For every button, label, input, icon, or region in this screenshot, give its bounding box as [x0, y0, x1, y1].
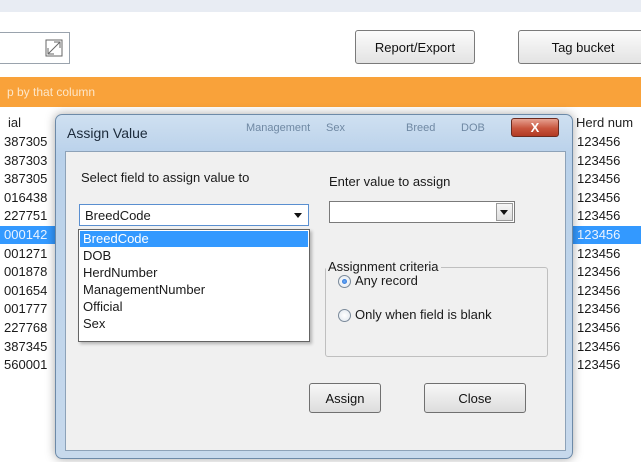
tag-bucket-button[interactable]: Tag bucket — [518, 30, 641, 64]
chevron-down-icon — [500, 210, 508, 215]
table-cell-herd-number: 123456 — [577, 208, 621, 224]
ghost-header-management: Management — [246, 122, 311, 134]
radio-any-record[interactable] — [338, 275, 351, 288]
ghost-header-breed: Breed — [406, 122, 436, 134]
table-cell-herd-number: 123456 — [577, 357, 621, 373]
assignment-criteria-label: Assignment criteria — [326, 259, 441, 274]
option-dob[interactable]: DOB — [80, 248, 308, 264]
toolbar: Report/Export Tag bucket — [0, 12, 641, 76]
report-export-button[interactable]: Report/Export — [355, 30, 475, 64]
radio-any-record-label[interactable]: Any record — [355, 273, 418, 288]
field-select-value: BreedCode — [85, 208, 151, 223]
table-cell-herd-number: 123456 — [577, 338, 621, 354]
column-header-herd-number[interactable]: Herd num — [576, 115, 633, 130]
close-button[interactable]: Close — [424, 383, 526, 413]
table-cell-herd-number: 123456 — [577, 282, 621, 298]
date-input[interactable] — [0, 32, 70, 64]
table-cell-herd-number: 123456 — [577, 227, 621, 242]
option-sex[interactable]: Sex — [80, 316, 308, 332]
option-breedcode[interactable]: BreedCode — [80, 231, 308, 247]
table-cell-herd-number: 123456 — [577, 264, 621, 280]
top-strip — [0, 0, 641, 12]
value-input-label: Enter value to assign — [329, 174, 451, 189]
assign-button[interactable]: Assign — [309, 383, 381, 413]
close-icon: X — [530, 120, 540, 135]
option-herdnumber[interactable]: HerdNumber — [80, 265, 308, 281]
dialog-close-x-button[interactable]: X — [511, 118, 559, 137]
group-by-bar[interactable]: p by that column — [0, 77, 641, 107]
chevron-down-icon[interactable] — [294, 213, 302, 218]
table-cell-herd-number: 123456 — [577, 189, 621, 205]
table-cell-herd-number: 123456 — [577, 320, 621, 335]
table-cell-herd-number: 123456 — [577, 171, 621, 187]
radio-only-blank-label[interactable]: Only when field is blank — [355, 307, 492, 322]
ghost-header-sex: Sex — [326, 122, 345, 134]
column-header-official[interactable]: ial — [8, 115, 21, 130]
table-cell-herd-number: 123456 — [577, 301, 621, 317]
table-cell-herd-number: 123456 — [577, 152, 621, 168]
radio-only-blank[interactable] — [338, 309, 351, 322]
option-managementnumber[interactable]: ManagementNumber — [80, 282, 308, 298]
ghost-header-dob: DOB — [461, 122, 485, 134]
table-cell-herd-number: 123456 — [577, 134, 621, 149]
value-input[interactable] — [329, 201, 515, 223]
field-options-list: BreedCode DOB HerdNumber ManagementNumbe… — [78, 229, 310, 342]
field-select-label: Select field to assign value to — [81, 170, 250, 185]
calendar-icon[interactable] — [45, 39, 63, 57]
value-dropdown-button[interactable] — [496, 203, 513, 221]
table-cell-herd-number: 123456 — [577, 245, 621, 261]
dialog-title: Assign Value — [67, 125, 148, 141]
option-official[interactable]: Official — [80, 299, 308, 315]
field-select[interactable]: BreedCode — [79, 204, 309, 226]
